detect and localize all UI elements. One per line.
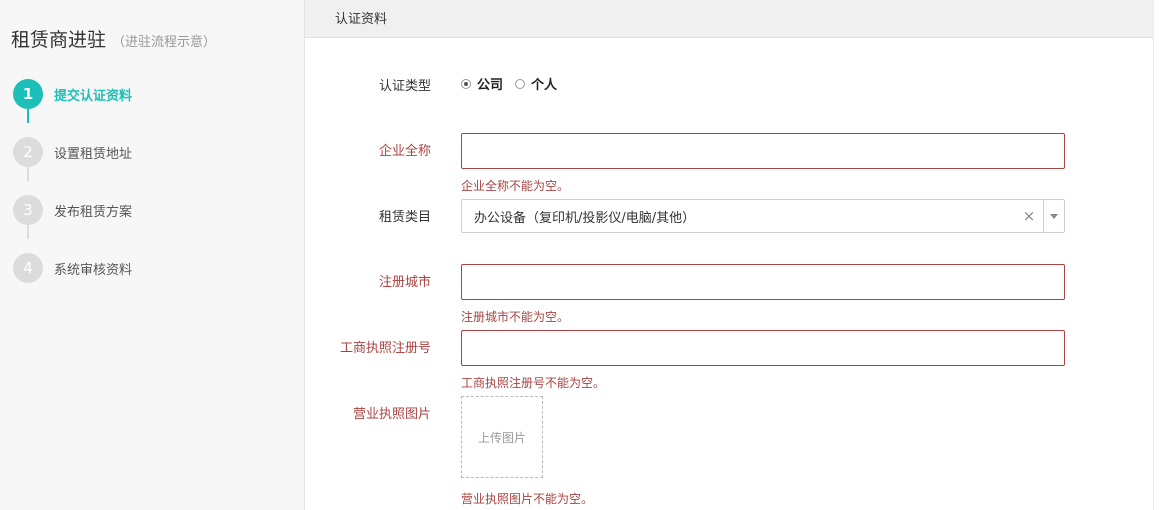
- radio-company-label: 公司: [477, 78, 504, 93]
- city-error: 注册城市不能为空。: [461, 310, 570, 324]
- step-connector-3: [27, 225, 29, 239]
- clear-icon[interactable]: ×: [1019, 207, 1039, 225]
- step-publish-plan[interactable]: 3 发布租赁方案: [13, 195, 132, 225]
- step-label: 提交认证资料: [54, 88, 133, 104]
- license-no-error: 工商执照注册号不能为空。: [461, 376, 606, 390]
- company-name-input[interactable]: [461, 133, 1065, 169]
- step-number-circle: 2: [13, 137, 43, 167]
- category-selected-value: 办公设备（复印机/投影仪/电脑/其他）: [474, 210, 696, 226]
- step-number-circle: 1: [13, 79, 43, 109]
- step-label: 系统审核资料: [54, 262, 133, 278]
- page-subtitle: （进驻流程示意）: [112, 35, 217, 50]
- scrollbar-track[interactable]: [1153, 0, 1165, 510]
- step-connector-2: [27, 167, 29, 181]
- step-number-circle: 4: [13, 253, 43, 283]
- license-img-error: 营业执照图片不能为空。: [461, 492, 594, 506]
- step-label: 发布租赁方案: [54, 204, 133, 220]
- page-title-text: 租赁商进驻: [11, 29, 107, 51]
- panel-title: 认证资料: [335, 12, 388, 27]
- category-label: 租赁类目: [378, 210, 431, 225]
- step-submit-info[interactable]: 1 提交认证资料: [13, 79, 132, 109]
- step-system-review[interactable]: 4 系统审核资料: [13, 253, 132, 283]
- license-no-input[interactable]: [461, 330, 1065, 366]
- cert-type-label: 认证类型: [378, 79, 431, 94]
- page-title: 租赁商进驻 （进驻流程示意）: [11, 25, 216, 52]
- upload-label: 上传图片: [477, 430, 526, 445]
- panel-header: 认证资料: [305, 0, 1153, 38]
- chevron-down-icon: [1050, 213, 1058, 219]
- cert-type-radio-group: 公司 个人: [461, 74, 569, 93]
- license-img-label: 营业执照图片: [352, 407, 431, 422]
- company-name-label: 企业全称: [378, 144, 431, 159]
- step-connector-1: [27, 109, 29, 123]
- dropdown-toggle[interactable]: [1043, 200, 1064, 232]
- radio-checked-icon: [461, 78, 471, 89]
- radio-individual-label: 个人: [531, 78, 558, 93]
- category-select[interactable]: 办公设备（复印机/投影仪/电脑/其他） ×: [461, 199, 1065, 233]
- step-set-address[interactable]: 2 设置租赁地址: [13, 137, 132, 167]
- step-number-circle: 3: [13, 195, 43, 225]
- radio-unchecked-icon: [515, 78, 526, 89]
- radio-company[interactable]: 公司: [461, 74, 503, 93]
- upload-image-button[interactable]: 上传图片: [461, 396, 543, 478]
- radio-individual[interactable]: 个人: [515, 74, 557, 93]
- city-input[interactable]: [461, 264, 1065, 300]
- company-name-error: 企业全称不能为空。: [461, 179, 570, 193]
- city-label: 注册城市: [378, 275, 431, 290]
- license-no-label: 工商执照注册号: [339, 341, 431, 356]
- sidebar: 租赁商进驻 （进驻流程示意） 1 提交认证资料 2 设置租赁地址 3 发布租赁方案…: [0, 0, 305, 510]
- step-label: 设置租赁地址: [54, 146, 133, 162]
